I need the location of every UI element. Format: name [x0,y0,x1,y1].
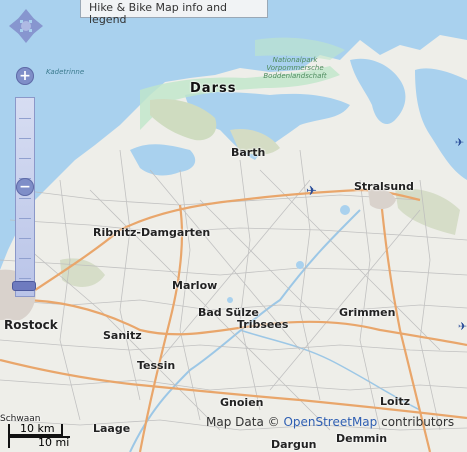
label-demmin: Demmin [336,432,388,445]
attribution-prefix: Map Data © [206,415,280,429]
scale-km: 10 km [8,423,63,436]
label-sanitz: Sanitz [103,329,142,342]
scale-bar: 10 km 10 mi [8,420,70,450]
label-marlow: Marlow [172,279,218,292]
label-stralsund: Stralsund [354,180,414,193]
label-barth: Barth [231,146,266,159]
label-loitz: Loitz [380,395,410,408]
svg-text:✈: ✈ [458,320,467,333]
scale-mi: 10 mi [8,436,70,448]
zoom-tick [19,198,31,199]
label-dargun: Dargun [271,438,317,451]
label-ribnitz-damgarten: Ribnitz-Damgarten [93,226,211,239]
zoom-tick [19,138,31,139]
label-grimmen: Grimmen [339,306,396,319]
zoom-slider-handle[interactable] [12,281,36,291]
attribution-suffix: contributors [381,415,455,429]
svg-text:✈: ✈ [455,136,464,149]
label-nationalpark: Nationalpark Vorpommersche Boddenlandsch… [263,56,327,80]
map-viewport[interactable]: ✈ ✈ ✈ Kadetrinne Nationalpark Vorpommers… [0,0,467,452]
svg-text:✈: ✈ [306,184,317,199]
zoom-slider-track[interactable] [15,97,35,297]
label-laage: Laage [93,422,131,435]
zoom-tick [19,218,31,219]
label-kadetrinne: Kadetrinne [46,68,85,76]
legend-button[interactable]: Hike & Bike Map info and legend [80,0,268,26]
label-darss: Darss [190,81,237,96]
attribution-link[interactable]: OpenStreetMap [283,415,377,429]
zoom-tick [19,158,31,159]
label-tessin: Tessin [137,359,176,372]
zoom-out-button[interactable]: − [16,178,34,196]
label-rostock: Rostock [4,318,58,332]
label-gnoien: Gnoien [220,396,264,409]
zoom-tick [19,238,31,239]
zoom-tick [19,118,31,119]
zoom-tick [19,258,31,259]
label-tribsees: Tribsees [237,318,289,331]
legend-button-label: Hike & Bike Map info and legend [89,1,228,26]
pan-arrows-icon[interactable] [8,8,44,44]
attribution: Map Data © OpenStreetMap contributors [206,415,454,429]
zoom-in-button[interactable]: + [16,67,34,85]
zoom-tick [19,278,31,279]
